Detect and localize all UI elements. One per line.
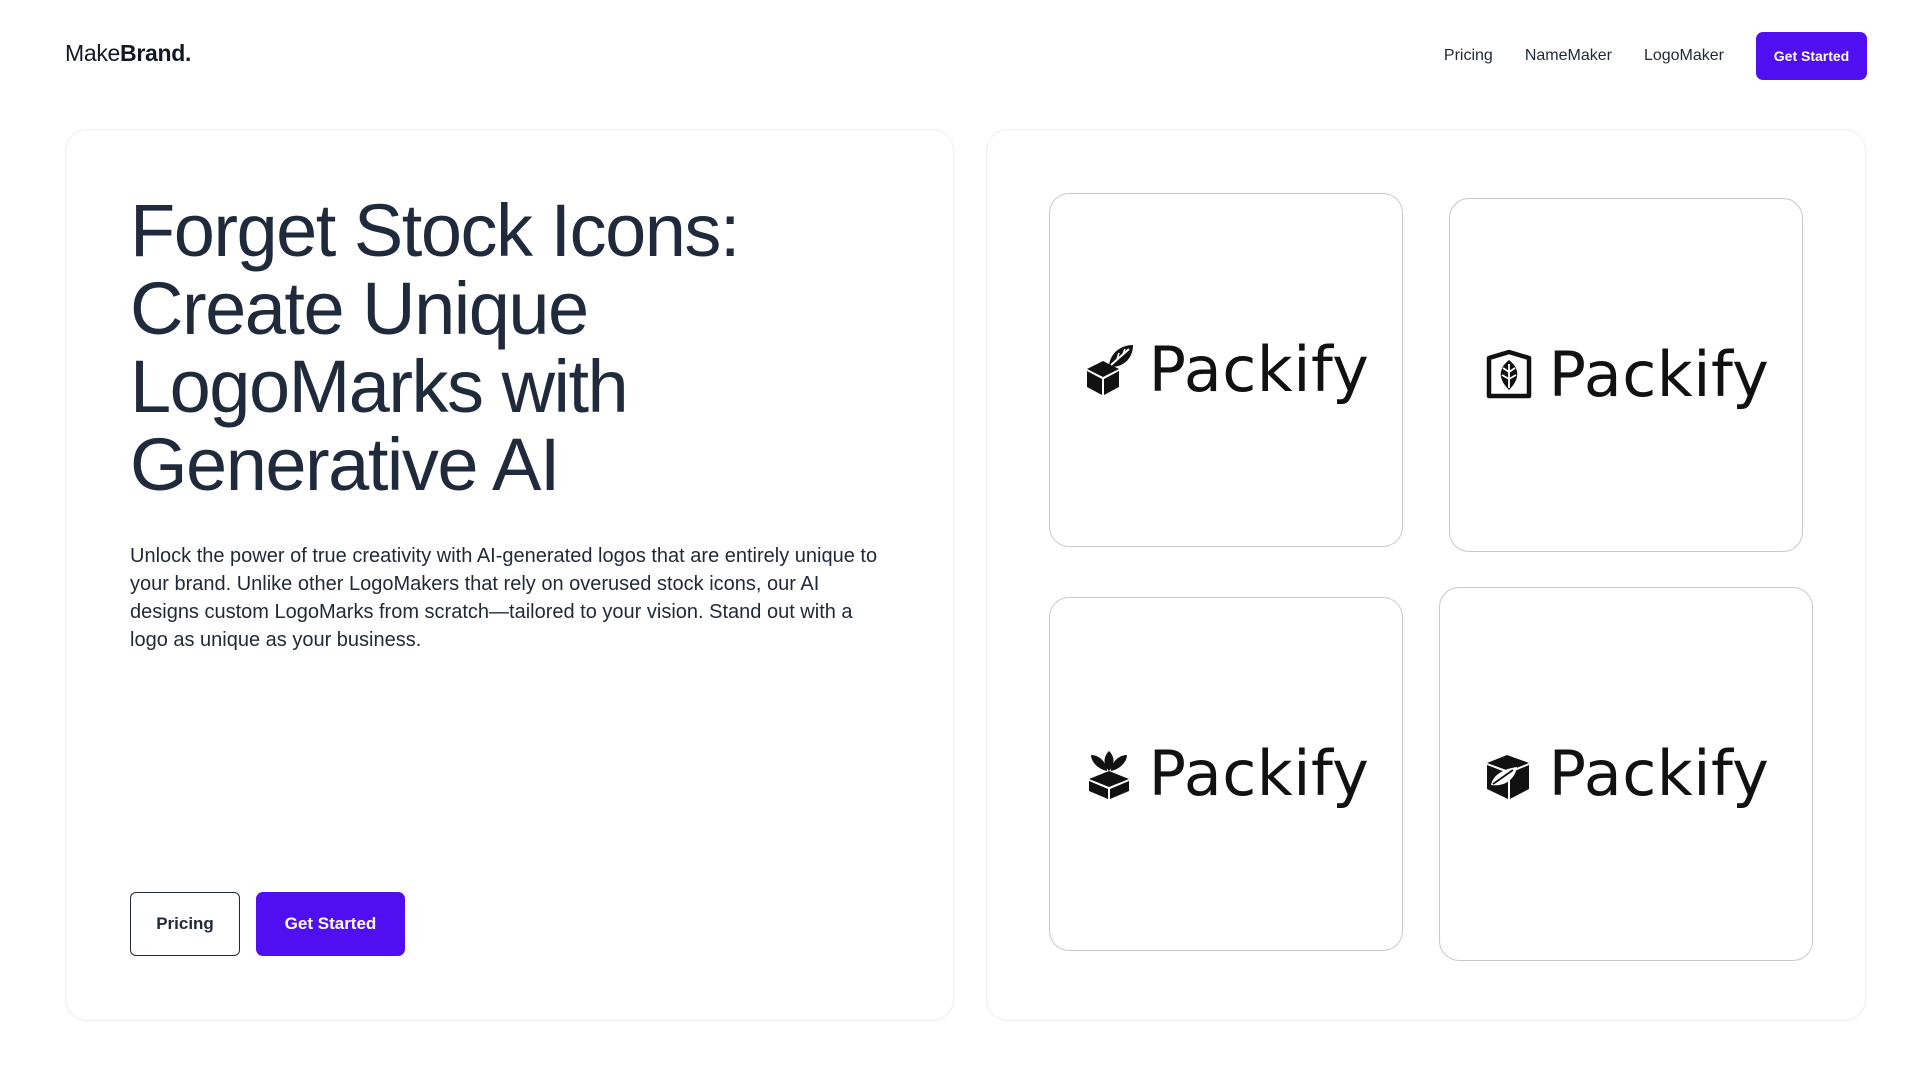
hero-actions: Pricing Get Started [130,892,405,956]
headline-line: Forget Stock Icons: [130,189,741,272]
box-leaf-icon [1086,345,1133,395]
logo-wordmark: Packify [1548,338,1770,411]
hero-card: Forget Stock Icons: Create Unique LogoMa… [65,129,954,1021]
logo-tile[interactable]: Packify [1049,193,1403,547]
main-nav: Pricing NameMaker LogoMaker Get Started [1444,32,1867,80]
headline-line: LogoMarks with [130,345,629,428]
logo-lockup: Packify [1083,743,1370,805]
logo-showcase-card: Packify Packify Packify Packify [986,129,1866,1021]
brand-logo[interactable]: MakeBrand. [65,40,191,67]
logo-tile[interactable]: Packify [1439,587,1813,961]
nav-link-namemaker[interactable]: NameMaker [1525,47,1612,65]
logo-lockup: Packify [1083,339,1370,401]
site-header: MakeBrand. Pricing NameMaker LogoMaker G… [0,0,1920,112]
nav-link-logomaker[interactable]: LogoMaker [1644,47,1724,65]
logo-lockup: Packify [1483,743,1770,805]
logo-lockup: Packify [1483,344,1770,406]
headline-line: Generative AI [130,423,560,506]
header-get-started-button[interactable]: Get Started [1756,32,1867,80]
brand-regular: Make [65,40,121,66]
logo-tile[interactable]: Packify [1449,198,1803,552]
brand-bold: Brand. [120,40,192,66]
logo-tile[interactable]: Packify [1049,597,1403,951]
get-started-button[interactable]: Get Started [256,892,405,956]
logo-wordmark: Packify [1148,737,1370,810]
headline-line: Create Unique [130,267,589,350]
logo-wordmark: Packify [1548,737,1770,810]
sprout-box-icon [1088,751,1129,799]
hero-description: Unlock the power of true creativity with… [130,545,878,651]
hero-headline: Forget Stock Icons: Create Unique LogoMa… [130,192,890,504]
shield-leaf-icon [1486,349,1531,399]
pricing-button[interactable]: Pricing [130,892,240,956]
cube-leaf-icon [1486,755,1529,799]
logo-wordmark: Packify [1148,333,1370,406]
nav-link-pricing[interactable]: Pricing [1444,47,1493,65]
